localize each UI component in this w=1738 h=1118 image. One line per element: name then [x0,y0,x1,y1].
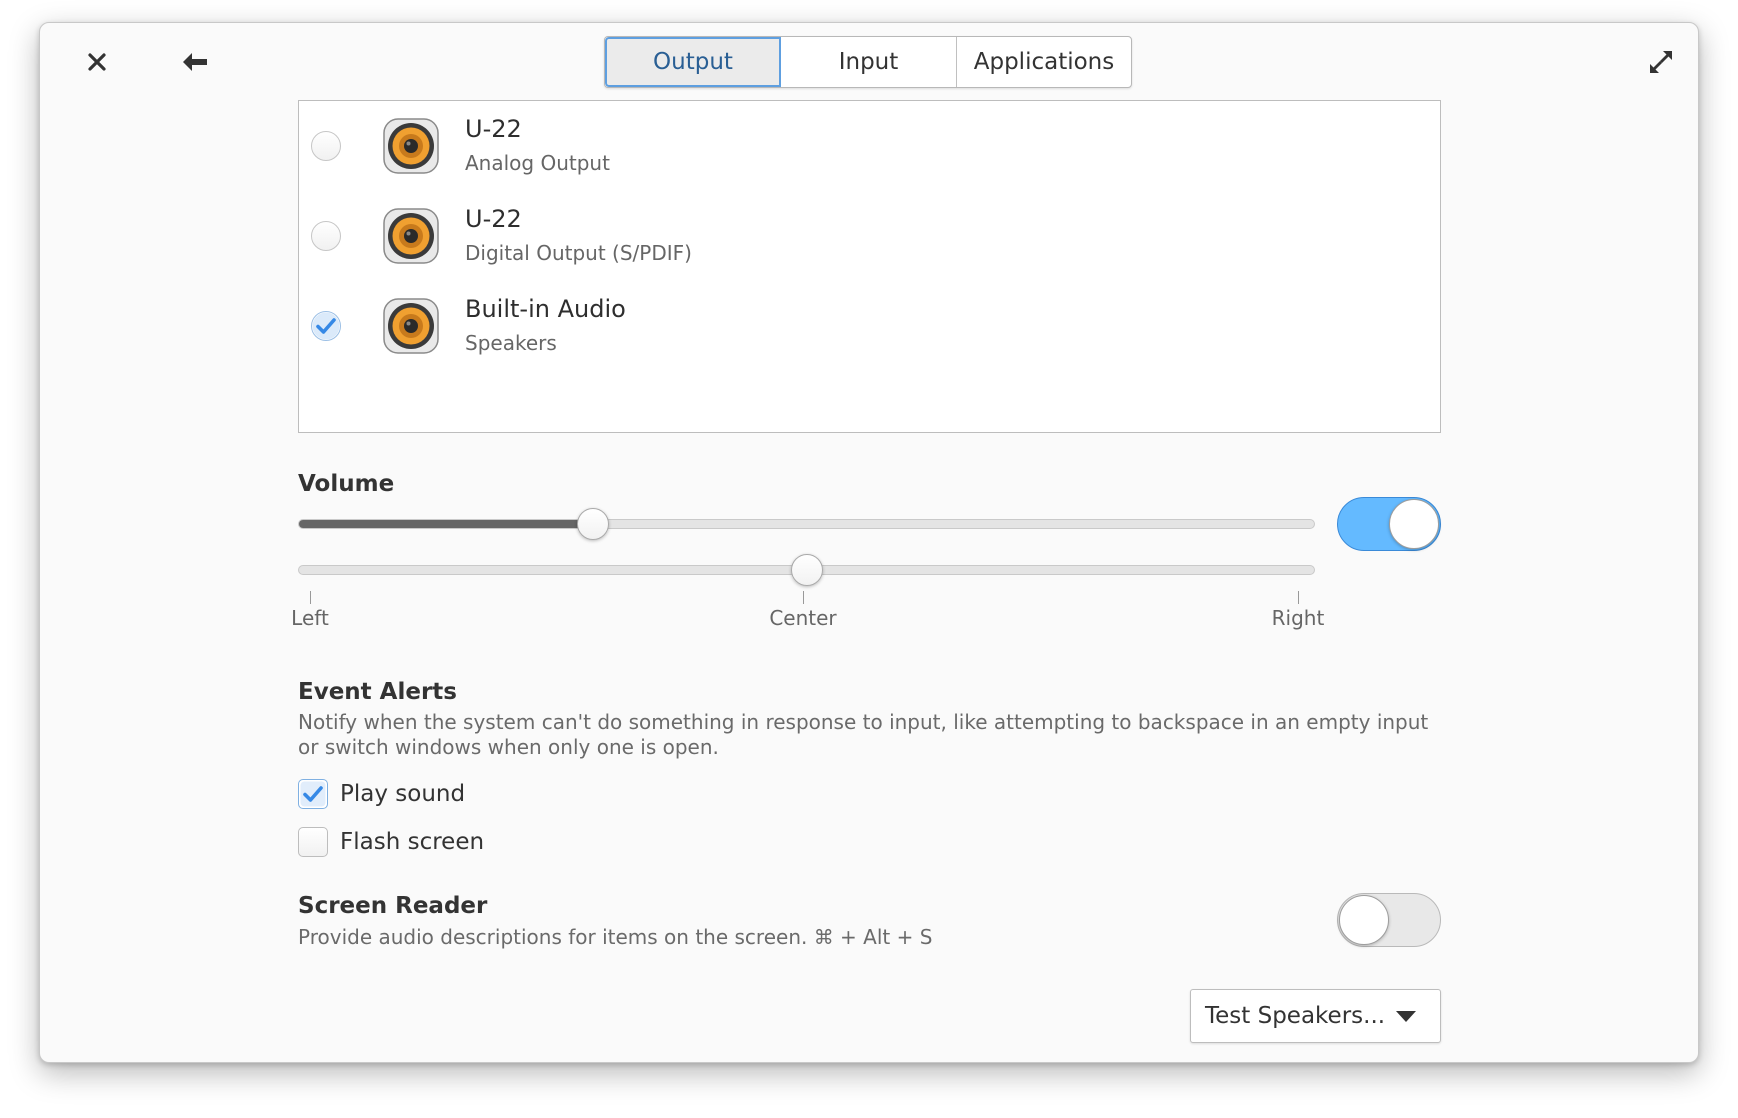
balance-tick-center [803,591,804,604]
balance-tick-right [1298,591,1299,604]
balance-label-left: Left [291,606,329,630]
device-name: U-22 [465,205,522,233]
flash-screen-label: Flash screen [340,829,485,855]
speaker-icon [383,118,439,174]
volume-title: Volume [298,471,395,497]
screen-reader-switch[interactable] [1337,893,1441,947]
tab-applications[interactable]: Applications [957,37,1131,87]
speaker-icon [383,208,439,264]
device-name: U-22 [465,115,522,143]
close-button[interactable] [75,40,119,84]
device-radio[interactable] [311,221,341,251]
balance-tick-left [310,591,311,604]
balance-label-right: Right [1271,606,1325,630]
play-sound-option[interactable]: Play sound [298,778,465,810]
maximize-icon [1650,51,1672,73]
device-subtitle: Analog Output [465,151,610,175]
switch-thumb [1389,499,1439,549]
tab-input[interactable]: Input [781,37,957,87]
sound-settings-window: Output Input Applications U-22 Analog Ou… [39,22,1699,1063]
volume-slider[interactable] [298,519,1315,529]
maximize-button[interactable] [1639,40,1683,84]
back-button[interactable] [173,40,217,84]
device-row-u22-digital[interactable]: U-22 Digital Output (S/PDIF) [299,191,1440,281]
checkmark-icon [300,781,326,807]
volume-slider-fill [299,520,594,528]
device-radio-checked[interactable] [311,311,341,341]
switch-thumb [1339,895,1389,945]
speaker-icon [383,298,439,354]
play-sound-checkbox[interactable] [298,779,328,809]
screen-reader-title: Screen Reader [298,893,488,919]
balance-slider-knob[interactable] [790,554,823,586]
screen-reader-description: Provide audio descriptions for items on … [298,925,933,949]
output-device-list: U-22 Analog Output U-22 Digital Output (… [298,100,1441,433]
chevron-down-icon [1396,1011,1417,1022]
test-speakers-dropdown[interactable]: Test Speakers... [1190,989,1441,1043]
volume-mute-switch[interactable] [1337,497,1441,551]
event-alerts-description: Notify when the system can't do somethin… [298,710,1429,759]
device-subtitle: Speakers [465,331,557,355]
balance-label-center: Center [769,606,837,630]
tab-output[interactable]: Output [605,37,781,87]
device-row-u22-analog[interactable]: U-22 Analog Output [299,101,1440,191]
close-icon [88,53,106,71]
device-name: Built-in Audio [465,295,626,323]
back-arrow-icon [183,53,207,71]
event-alerts-title: Event Alerts [298,679,457,705]
device-subtitle: Digital Output (S/PDIF) [465,241,692,265]
flash-screen-option[interactable]: Flash screen [298,826,484,858]
test-speakers-label: Test Speakers... [1205,1003,1386,1029]
device-row-built-in-audio[interactable]: Built-in Audio Speakers [299,281,1440,371]
flash-screen-checkbox[interactable] [298,827,328,857]
device-radio[interactable] [311,131,341,161]
checkmark-icon [312,312,340,340]
output-input-tabs: Output Input Applications [604,36,1132,88]
volume-slider-knob[interactable] [576,508,609,540]
play-sound-label: Play sound [340,781,466,807]
